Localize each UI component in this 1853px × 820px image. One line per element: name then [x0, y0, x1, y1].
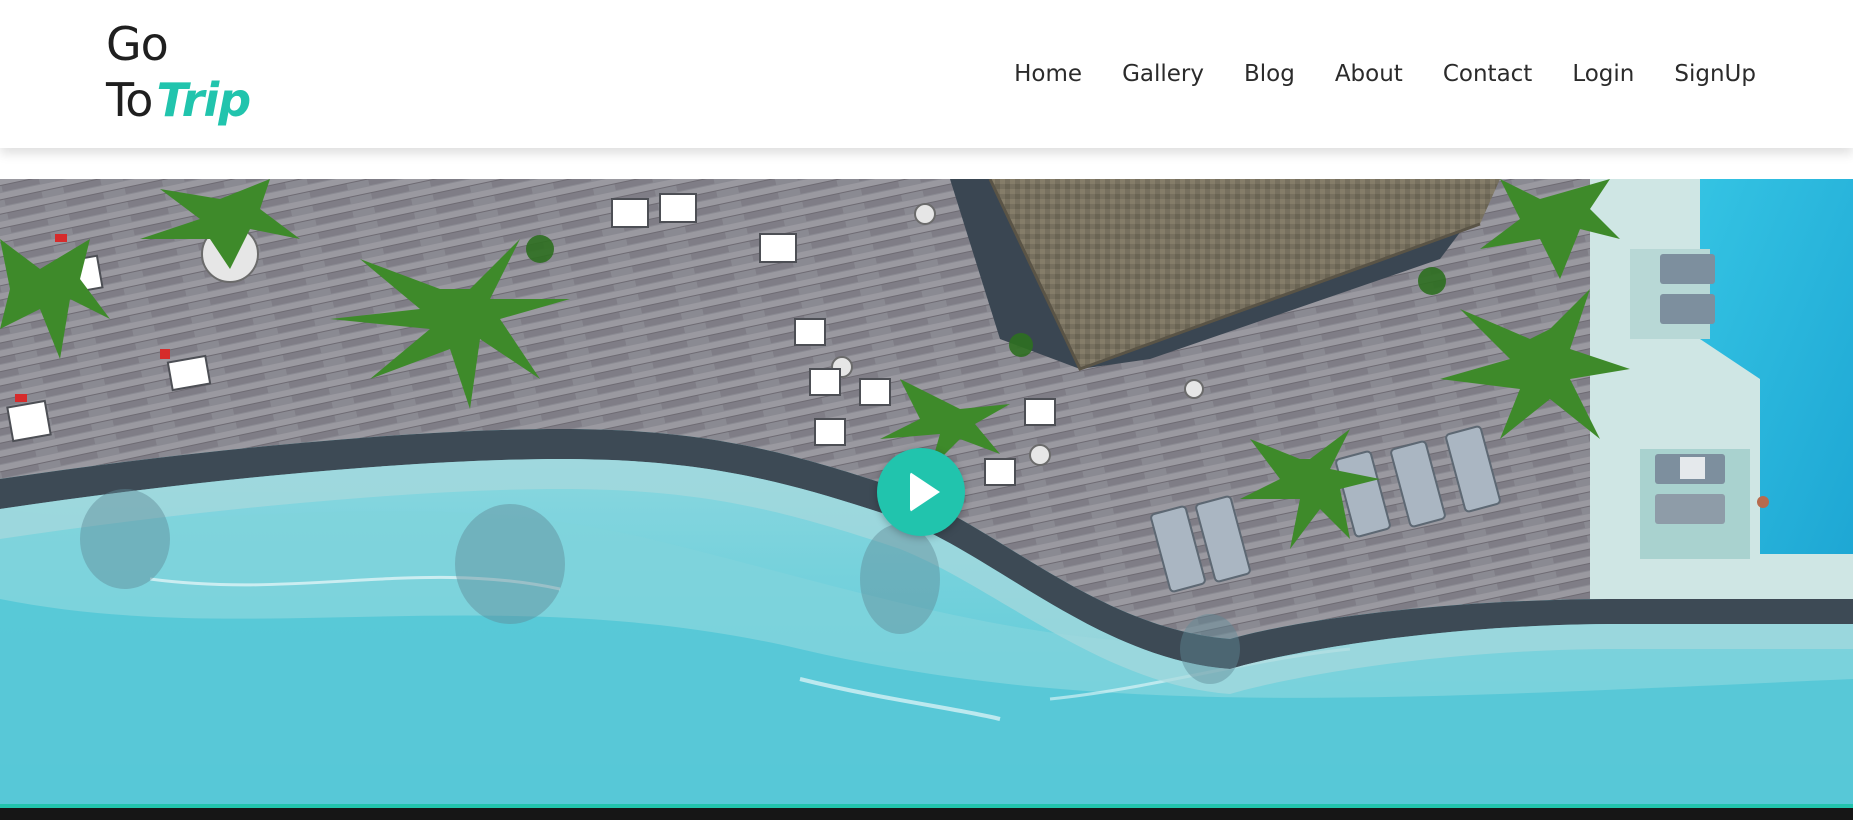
- play-button[interactable]: [877, 448, 965, 536]
- nav-contact[interactable]: Contact: [1443, 56, 1532, 92]
- nav-signup[interactable]: SignUp: [1674, 56, 1756, 92]
- nav-home[interactable]: Home: [1014, 56, 1082, 92]
- site-header: Go ToTrip Home Gallery Blog About Contac…: [0, 0, 1853, 148]
- logo-line-go: Go: [106, 17, 169, 71]
- hero-video[interactable]: [0, 179, 1853, 806]
- nav-blog[interactable]: Blog: [1244, 56, 1295, 92]
- logo-line-totrip: ToTrip: [106, 72, 251, 128]
- logo-trip: Trip: [156, 73, 251, 127]
- nav-about[interactable]: About: [1335, 56, 1403, 92]
- nav-gallery[interactable]: Gallery: [1122, 56, 1204, 92]
- site-logo[interactable]: Go ToTrip: [106, 16, 251, 128]
- footer-edge: [0, 808, 1853, 820]
- play-icon: [910, 472, 940, 512]
- logo-to: To: [106, 73, 153, 127]
- header-spacer: [0, 148, 1853, 179]
- nav-login[interactable]: Login: [1572, 56, 1634, 92]
- main-nav: Home Gallery Blog About Contact Login Si…: [1014, 56, 1756, 92]
